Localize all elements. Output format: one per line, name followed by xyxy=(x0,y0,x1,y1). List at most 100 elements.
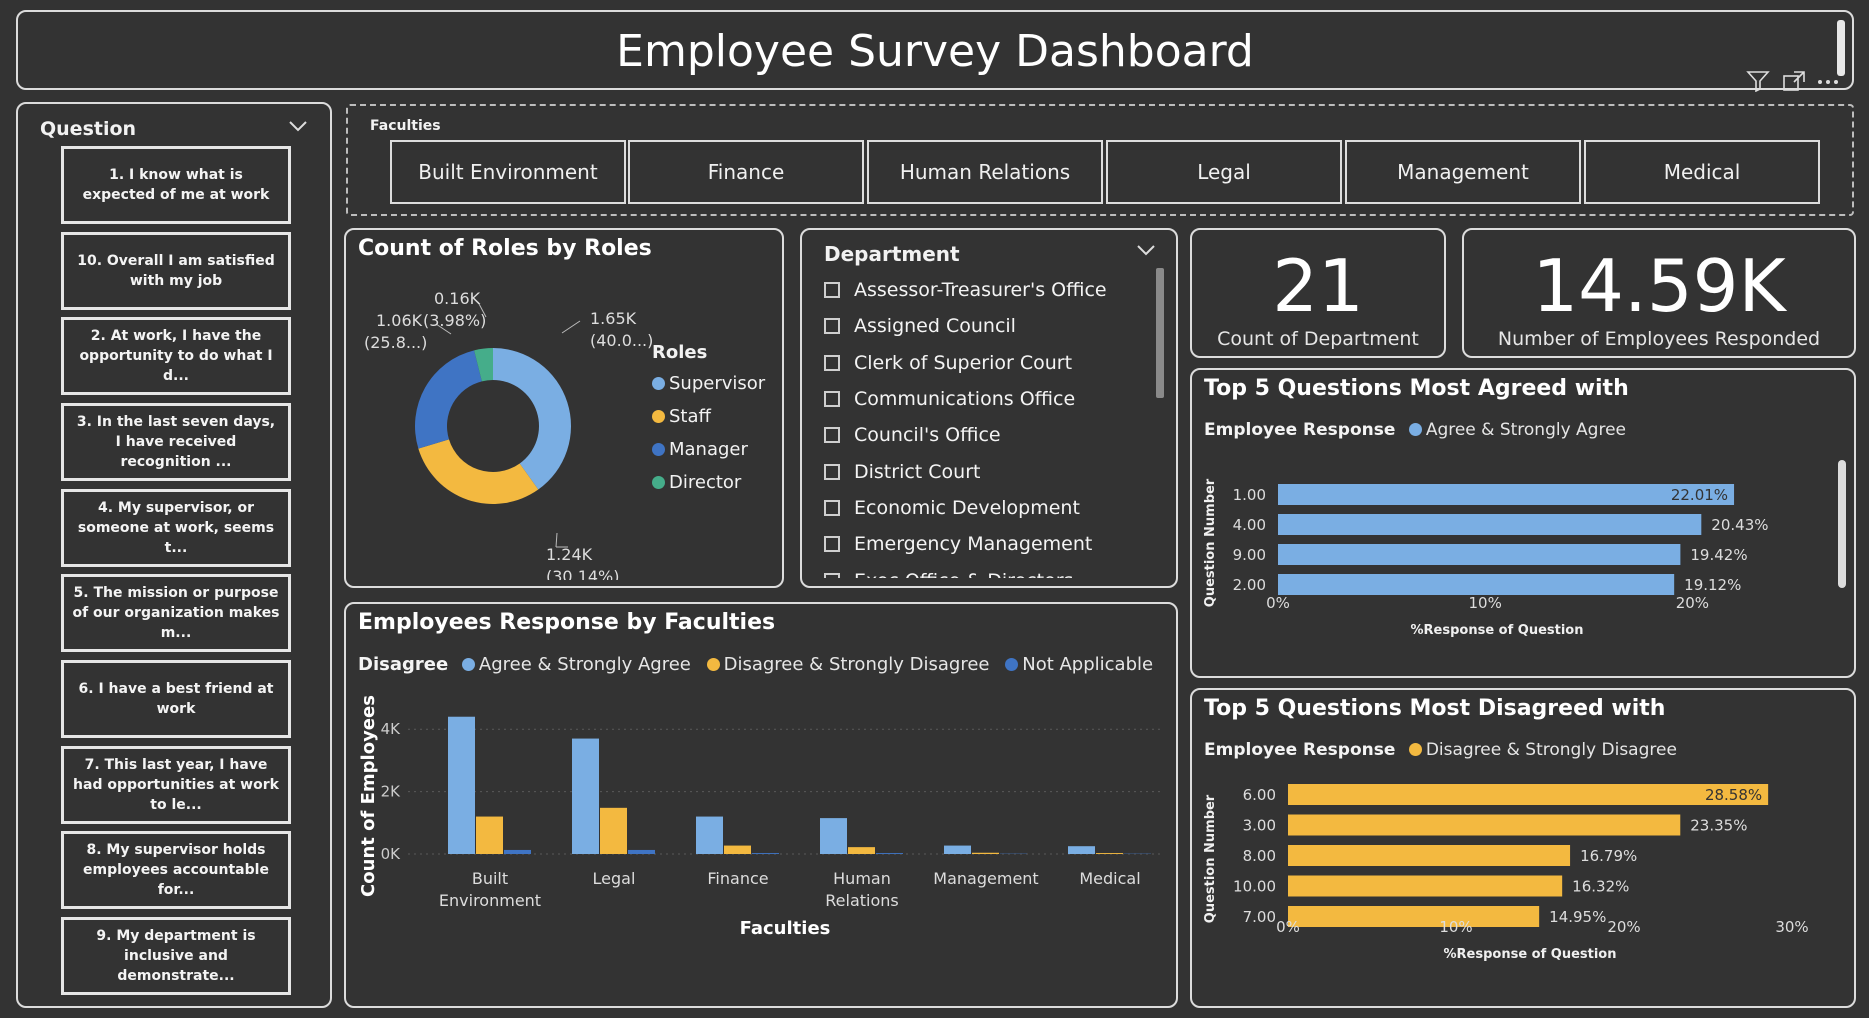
department-option[interactable]: Clerk of Superior Court xyxy=(824,345,1144,381)
slice-pct-manager: (25.8...) xyxy=(364,333,427,352)
faculty-button-medical[interactable]: Medical xyxy=(1584,140,1820,204)
agreed-chart-scrollbar[interactable] xyxy=(1838,460,1846,588)
department-option[interactable]: Assessor-Treasurer's Office xyxy=(824,272,1144,308)
bar-1[interactable] xyxy=(1096,853,1123,854)
department-option[interactable]: Emergency Management xyxy=(824,526,1144,562)
bar[interactable] xyxy=(1288,906,1540,927)
faculty-button-management[interactable]: Management xyxy=(1345,140,1581,204)
checkbox[interactable] xyxy=(824,391,840,408)
top5-disagreed-chart-card: Top 5 Questions Most Disagreed with Empl… xyxy=(1190,688,1856,1008)
department-list-scrollbar[interactable] xyxy=(1156,268,1164,398)
kpi-label: Number of Employees Responded xyxy=(1497,328,1821,350)
legend-item-staff[interactable]: Staff xyxy=(652,406,765,427)
agreed-chart-title: Top 5 Questions Most Agreed with xyxy=(1204,376,1629,401)
bar-0[interactable] xyxy=(944,845,971,854)
y-axis-title: Question Number xyxy=(1203,478,1218,607)
legend-item-director[interactable]: Director xyxy=(652,472,765,493)
legend-item-manager[interactable]: Manager xyxy=(652,439,765,460)
question-option[interactable]: 3. In the last seven days, I have receiv… xyxy=(61,403,291,481)
bar-1[interactable] xyxy=(476,816,503,854)
header-bar: Employee Survey Dashboard xyxy=(16,10,1854,90)
bar[interactable] xyxy=(1288,845,1571,866)
slice-pct-staff: (30.14%) xyxy=(546,567,620,580)
question-option[interactable]: 7. This last year, I have had opportunit… xyxy=(61,746,291,824)
bar-1[interactable] xyxy=(724,845,751,854)
bar-2[interactable] xyxy=(752,853,779,854)
department-option[interactable]: Communications Office xyxy=(824,381,1144,417)
checkbox[interactable] xyxy=(824,427,840,444)
faculty-button-finance[interactable]: Finance xyxy=(628,140,864,204)
bar-0[interactable] xyxy=(572,738,599,854)
bar-0[interactable] xyxy=(696,816,723,854)
bar-0[interactable] xyxy=(1068,846,1095,854)
bar-2[interactable] xyxy=(628,849,655,854)
data-label: 22.01% xyxy=(1671,486,1728,504)
slice-label-supervisor: 1.65K xyxy=(590,309,637,328)
bar[interactable] xyxy=(1278,484,1735,505)
department-option[interactable]: District Court xyxy=(824,453,1144,489)
department-option[interactable]: Exec Office & Directors xyxy=(824,562,1144,578)
y-tick-label: 8.00 xyxy=(1243,847,1276,865)
bar-1[interactable] xyxy=(848,847,875,854)
legend-item-not-applicable[interactable]: Not Applicable xyxy=(1005,654,1153,675)
agreed-chart-legend: Employee Response Agree & Strongly Agree xyxy=(1204,420,1626,440)
checkbox[interactable] xyxy=(824,354,840,371)
checkbox[interactable] xyxy=(824,282,840,299)
chevron-down-icon[interactable] xyxy=(1136,238,1156,262)
department-option[interactable]: Council's Office xyxy=(824,417,1144,453)
bar-0[interactable] xyxy=(448,716,475,854)
slice-pct-director: (3.98%) xyxy=(423,311,486,330)
bar[interactable] xyxy=(1278,514,1702,535)
donut-slice-staff[interactable] xyxy=(418,439,539,504)
data-label: 19.42% xyxy=(1690,546,1747,564)
donut-slice-supervisor[interactable] xyxy=(493,348,571,490)
question-option[interactable]: 2. At work, I have the opportunity to do… xyxy=(61,317,291,395)
roles-donut-chart-card: Count of Roles by Roles 1.65K (40.0...) … xyxy=(344,228,784,588)
y-tick-label: 4K xyxy=(381,720,402,738)
donut-slice-manager[interactable] xyxy=(415,350,482,449)
bar[interactable] xyxy=(1278,574,1675,595)
filter-icon[interactable] xyxy=(1746,70,1770,97)
x-tick-label: 20% xyxy=(1676,594,1709,612)
legend-item-disagree[interactable]: Disagree & Strongly Disagree xyxy=(706,654,990,675)
leader-line xyxy=(561,320,581,334)
question-option[interactable]: 8. My supervisor holds employees account… xyxy=(61,831,291,909)
bar-1[interactable] xyxy=(972,852,999,854)
data-label: 14.95% xyxy=(1549,908,1606,926)
department-option[interactable]: Economic Development xyxy=(824,490,1144,526)
y-tick-label: 2K xyxy=(381,783,402,801)
faculty-button-built-environment[interactable]: Built Environment xyxy=(390,140,626,204)
legend-item-disagree[interactable]: Disagree & Strongly Disagree xyxy=(1408,740,1677,760)
roles-chart-title: Count of Roles by Roles xyxy=(358,236,652,261)
question-option[interactable]: 10. Overall I am satisfied with my job xyxy=(61,232,291,310)
bar-0[interactable] xyxy=(820,818,847,854)
bar-2[interactable] xyxy=(876,853,903,854)
question-option[interactable]: 4. My supervisor, or someone at work, se… xyxy=(61,489,291,567)
bar[interactable] xyxy=(1288,784,1769,805)
bar[interactable] xyxy=(1278,544,1681,565)
faculty-button-human-relations[interactable]: Human Relations xyxy=(867,140,1103,204)
bar-1[interactable] xyxy=(600,807,627,854)
faculty-button-legal[interactable]: Legal xyxy=(1106,140,1342,204)
legend-item-agree[interactable]: Agree & Strongly Agree xyxy=(1408,420,1626,440)
question-option[interactable]: 6. I have a best friend at work xyxy=(61,660,291,738)
checkbox[interactable] xyxy=(824,463,840,480)
focus-mode-icon[interactable] xyxy=(1782,70,1806,97)
question-slicer-title: Question xyxy=(40,118,137,140)
bar[interactable] xyxy=(1288,814,1681,836)
department-option[interactable]: Assigned Council xyxy=(824,308,1144,344)
more-options-icon[interactable] xyxy=(1816,66,1840,93)
chevron-down-icon[interactable] xyxy=(288,114,308,138)
legend-item-agree[interactable]: Agree & Strongly Agree xyxy=(461,654,691,675)
checkbox[interactable] xyxy=(824,536,840,553)
question-option[interactable]: 9. My department is inclusive and demons… xyxy=(61,917,291,995)
bar[interactable] xyxy=(1288,875,1563,897)
data-label: 16.32% xyxy=(1572,878,1629,896)
checkbox[interactable] xyxy=(824,318,840,335)
checkbox[interactable] xyxy=(824,499,840,516)
legend-item-supervisor[interactable]: Supervisor xyxy=(652,373,765,394)
checkbox[interactable] xyxy=(824,572,840,578)
question-option[interactable]: 1. I know what is expected of me at work xyxy=(61,146,291,224)
question-option[interactable]: 5. The mission or purpose of our organiz… xyxy=(61,574,291,652)
bar-2[interactable] xyxy=(504,849,531,854)
